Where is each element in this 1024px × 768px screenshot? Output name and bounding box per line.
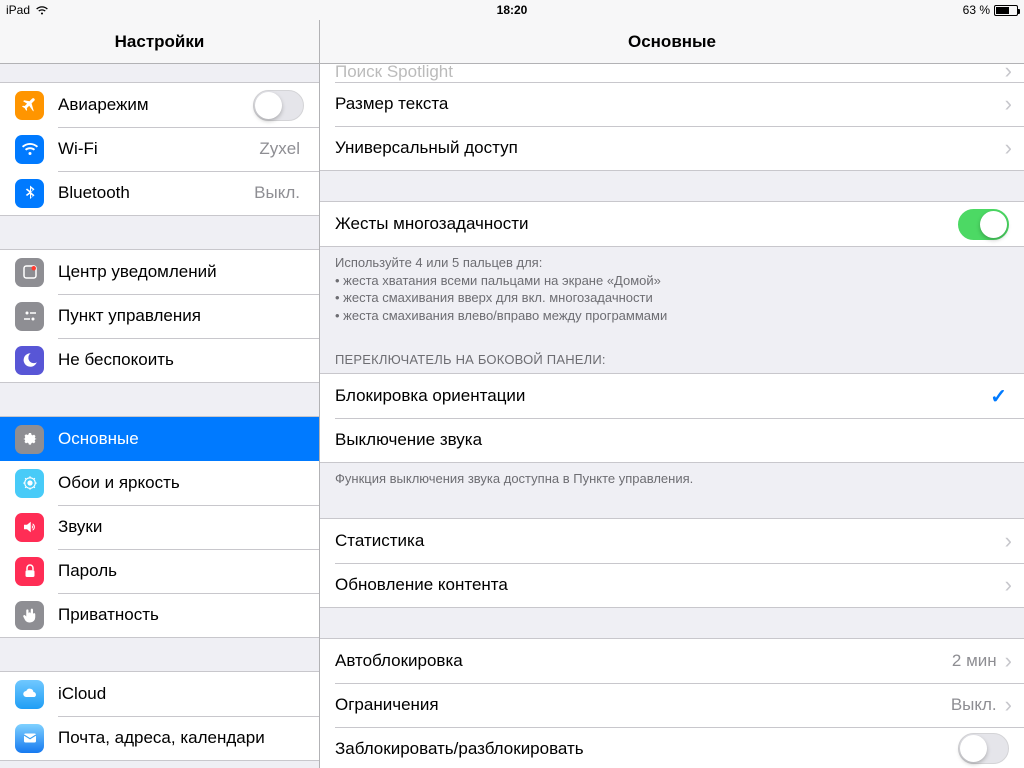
- nav-bar: Настройки Основные: [0, 20, 1024, 64]
- row-label: Выключение звука: [335, 430, 1009, 450]
- autolock-value: 2 мин: [952, 651, 997, 671]
- checkmark-icon: ✓: [990, 384, 1007, 409]
- sidebar-item-icloud[interactable]: iCloud: [0, 672, 319, 716]
- row-spotlight-cut[interactable]: Поиск Spotlight ›: [320, 64, 1024, 82]
- row-text-size[interactable]: Размер текста ›: [320, 82, 1024, 126]
- detail-title: Основные: [320, 20, 1024, 63]
- sidebar-item-label: Звуки: [58, 517, 304, 537]
- chevron-right-icon: ›: [1005, 137, 1012, 159]
- chevron-right-icon: ›: [1005, 694, 1012, 716]
- row-accessibility[interactable]: Универсальный доступ ›: [320, 126, 1024, 170]
- row-label: Жесты многозадачности: [335, 214, 958, 234]
- side-switch-header: ПЕРЕКЛЮЧАТЕЛЬ НА БОКОВОЙ ПАНЕЛИ:: [320, 346, 1024, 373]
- airplane-icon: [15, 91, 44, 120]
- mail-icon: [15, 724, 44, 753]
- sidebar-item-label: Не беспокоить: [58, 350, 304, 370]
- chevron-right-icon: ›: [1005, 650, 1012, 672]
- sidebar-item-label: Почта, адреса, календари: [58, 728, 304, 748]
- sidebar-item-wallpaper[interactable]: Обои и яркость: [0, 461, 319, 505]
- row-label: Статистика: [335, 531, 1005, 551]
- row-autolock[interactable]: Автоблокировка 2 мин ›: [320, 639, 1024, 683]
- hand-icon: [15, 601, 44, 630]
- device-label: iPad: [6, 3, 30, 17]
- row-lock-orientation[interactable]: Блокировка ориентации ✓: [320, 374, 1024, 418]
- sidebar-item-label: Обои и яркость: [58, 473, 304, 493]
- row-label: Автоблокировка: [335, 651, 952, 671]
- sidebar-item-label: Wi-Fi: [58, 139, 259, 159]
- sidebar-item-bluetooth[interactable]: Bluetooth Выкл.: [0, 171, 319, 215]
- row-label: Поиск Spotlight: [335, 64, 1005, 82]
- chevron-right-icon: ›: [1005, 530, 1012, 552]
- sidebar-item-control-center[interactable]: Пункт управления: [0, 294, 319, 338]
- battery-percent: 63 %: [963, 3, 990, 17]
- airplane-toggle[interactable]: [253, 90, 304, 121]
- row-label: Блокировка ориентации: [335, 386, 990, 406]
- restrictions-value: Выкл.: [951, 695, 997, 715]
- gear-icon: [15, 425, 44, 454]
- wallpaper-icon: [15, 469, 44, 498]
- sidebar-item-label: Авиарежим: [58, 95, 253, 115]
- sidebar-item-label: Основные: [58, 429, 304, 449]
- row-label: Заблокировать/разблокировать: [335, 739, 958, 759]
- clock: 18:20: [497, 3, 528, 17]
- row-label: Ограничения: [335, 695, 951, 715]
- sidebar-item-wifi[interactable]: Wi-Fi Zyxel: [0, 127, 319, 171]
- status-bar: iPad 18:20 63 %: [0, 0, 1024, 20]
- wifi-icon: [35, 5, 49, 15]
- chevron-right-icon: ›: [1005, 93, 1012, 115]
- sidebar-item-sounds[interactable]: Звуки: [0, 505, 319, 549]
- lock-icon: [15, 557, 44, 586]
- row-restrictions[interactable]: Ограничения Выкл. ›: [320, 683, 1024, 727]
- row-lock-unlock[interactable]: Заблокировать/разблокировать: [320, 727, 1024, 768]
- bluetooth-value: Выкл.: [254, 183, 300, 203]
- sidebar-item-label: Пункт управления: [58, 306, 304, 326]
- sidebar-item-mail[interactable]: Почта, адреса, календари: [0, 716, 319, 760]
- speaker-icon: [15, 513, 44, 542]
- sidebar-item-label: Приватность: [58, 605, 304, 625]
- row-label: Универсальный доступ: [335, 138, 1005, 158]
- sidebar-item-general[interactable]: Основные: [0, 417, 319, 461]
- control-center-icon: [15, 302, 44, 331]
- sidebar-item-label: Пароль: [58, 561, 304, 581]
- row-mute[interactable]: Выключение звука: [320, 418, 1024, 462]
- detail-pane[interactable]: Поиск Spotlight › Размер текста › Универ…: [320, 64, 1024, 768]
- sidebar-item-label: Bluetooth: [58, 183, 254, 203]
- dnd-icon: [15, 346, 44, 375]
- cloud-icon: [15, 680, 44, 709]
- battery-icon: [994, 5, 1018, 16]
- multitask-footer: Используйте 4 или 5 пальцев для: • жеста…: [320, 247, 1024, 324]
- sidebar-item-airplane[interactable]: Авиарежим: [0, 83, 319, 127]
- sidebar-item-passcode[interactable]: Пароль: [0, 549, 319, 593]
- row-usage[interactable]: Статистика ›: [320, 519, 1024, 563]
- bluetooth-icon: [15, 179, 44, 208]
- settings-sidebar[interactable]: Авиарежим Wi-Fi Zyxel Bluetooth Выкл.: [0, 64, 320, 768]
- sidebar-item-label: Центр уведомлений: [58, 262, 304, 282]
- wifi-settings-icon: [15, 135, 44, 164]
- chevron-right-icon: ›: [1005, 574, 1012, 596]
- sidebar-item-notifications[interactable]: Центр уведомлений: [0, 250, 319, 294]
- row-multitask-gestures[interactable]: Жесты многозадачности: [320, 202, 1024, 246]
- sidebar-title: Настройки: [0, 20, 320, 63]
- chevron-right-icon: ›: [1005, 64, 1012, 82]
- sidebar-item-label: iCloud: [58, 684, 304, 704]
- side-switch-footer: Функция выключения звука доступна в Пунк…: [320, 463, 1024, 488]
- lock-unlock-toggle[interactable]: [958, 733, 1009, 764]
- notifications-icon: [15, 258, 44, 287]
- wifi-value: Zyxel: [259, 139, 300, 159]
- sidebar-item-privacy[interactable]: Приватность: [0, 593, 319, 637]
- row-label: Обновление контента: [335, 575, 1005, 595]
- row-label: Размер текста: [335, 94, 1005, 114]
- row-background-refresh[interactable]: Обновление контента ›: [320, 563, 1024, 607]
- multitask-toggle[interactable]: [958, 209, 1009, 240]
- sidebar-item-dnd[interactable]: Не беспокоить: [0, 338, 319, 382]
